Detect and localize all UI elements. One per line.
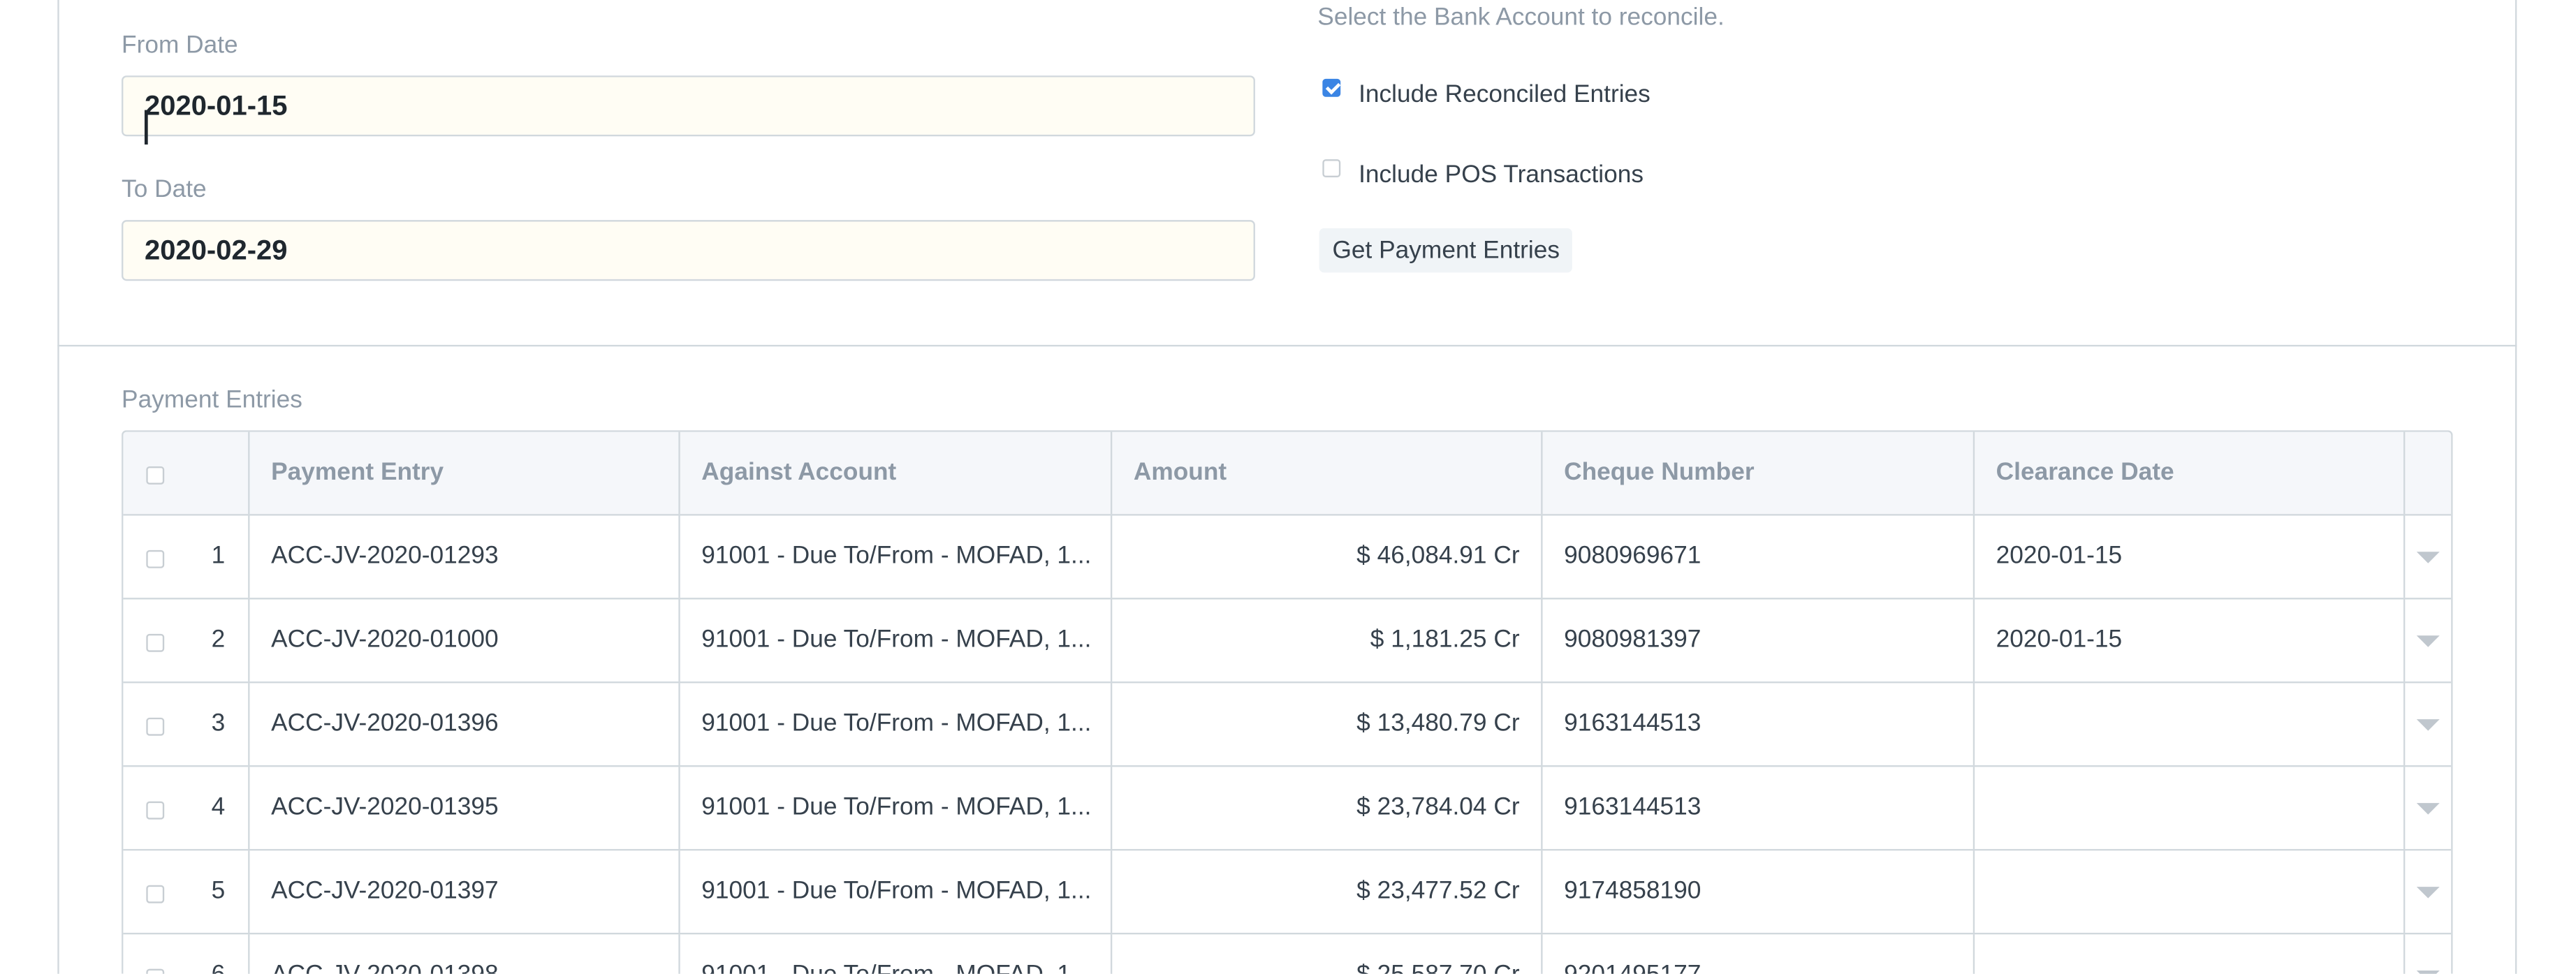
row-menu-cell[interactable] (2405, 767, 2451, 849)
clearance-date-cell[interactable]: 2020-01-15 (1975, 599, 2406, 682)
amount-cell[interactable]: $ 46,084.91 Cr (1112, 515, 1543, 598)
amount-cell[interactable]: $ 23,477.52 Cr (1112, 850, 1543, 933)
row-select-cell: 1 (123, 515, 250, 598)
payment-entry-cell[interactable]: ACC-JV-2020-01397 (250, 850, 680, 933)
payment-entry-cell[interactable]: ACC-JV-2020-01395 (250, 767, 680, 849)
column-header-cheque-number: Cheque Number (1543, 431, 1975, 515)
column-header-payment-entry: Payment Entry (250, 431, 680, 515)
payment-entries-grid: Payment Entry Against Account Amount Che… (122, 430, 2453, 974)
row-menu-cell[interactable] (2405, 516, 2451, 598)
table-row[interactable]: 4 ACC-JV-2020-01395 91001 - Due To/From … (123, 767, 2452, 851)
table-row[interactable]: 3 ACC-JV-2020-01396 91001 - Due To/From … (123, 683, 2452, 767)
row-index: 3 (211, 709, 226, 738)
clearance-date-cell[interactable]: 2020-01-15 (1975, 515, 2406, 598)
include-pos-label: Include POS Transactions (1359, 161, 1644, 189)
clearance-date-cell[interactable] (1975, 767, 2406, 849)
chevron-down-icon[interactable] (2416, 803, 2440, 815)
amount-cell[interactable]: $ 23,784.04 Cr (1112, 767, 1543, 849)
row-select-cell: 2 (123, 599, 250, 682)
form-border-right (2515, 0, 2517, 974)
section-divider (57, 344, 2517, 347)
payment-entry-cell[interactable]: ACC-JV-2020-01000 (250, 599, 680, 682)
row-checkbox[interactable] (146, 801, 165, 820)
row-select-cell: 4 (123, 767, 250, 849)
to-date-field[interactable]: 2020-02-29 (122, 220, 1255, 281)
payment-entry-cell[interactable]: ACC-JV-2020-01293 (250, 515, 680, 598)
table-row[interactable]: 2 ACC-JV-2020-01000 91001 - Due To/From … (123, 599, 2452, 684)
row-index: 6 (212, 934, 226, 974)
header-select-cell (123, 431, 250, 515)
row-menu-cell[interactable] (2405, 934, 2451, 974)
to-date-label: To Date (122, 175, 207, 204)
table-row[interactable]: 5 ACC-JV-2020-01397 91001 - Due To/From … (123, 850, 2452, 935)
text-cursor (144, 110, 148, 145)
against-account-cell[interactable]: 91001 - Due To/From - MOFAD, 1... (680, 599, 1113, 682)
payment-entries-label: Payment Entries (122, 385, 302, 414)
form-border-left (57, 0, 59, 974)
row-checkbox[interactable] (146, 717, 165, 736)
chevron-down-icon[interactable] (2416, 719, 2440, 731)
row-menu-cell[interactable] (2405, 850, 2451, 933)
row-select-cell: 5 (123, 850, 250, 933)
get-payment-entries-button[interactable]: Get Payment Entries (1319, 228, 1573, 273)
row-select-cell: 6 (123, 934, 250, 974)
amount-cell[interactable]: $ 25,587.70 Cr (1112, 934, 1543, 974)
cheque-number-cell[interactable]: 9080969671 (1543, 515, 1975, 598)
against-account-cell[interactable]: 91001 - Due To/From - MOFAD, 1... (680, 515, 1113, 598)
include-pos-checkbox[interactable] (1322, 159, 1341, 178)
chevron-down-icon[interactable] (2416, 552, 2440, 563)
against-account-cell[interactable]: 91001 - Due To/From - MOFAD, 1... (680, 683, 1113, 766)
include-pos-option[interactable]: Include POS Transactions (1322, 159, 1644, 189)
column-header-amount: Amount (1112, 431, 1543, 515)
chevron-down-icon[interactable] (2416, 887, 2440, 899)
row-index: 4 (211, 793, 226, 821)
row-checkbox[interactable] (146, 633, 165, 652)
row-checkbox[interactable] (146, 885, 165, 903)
table-row[interactable]: 1 ACC-JV-2020-01293 91001 - Due To/From … (123, 515, 2452, 600)
payment-entry-cell[interactable]: ACC-JV-2020-01398 (250, 934, 680, 974)
select-all-checkbox[interactable] (146, 466, 165, 485)
row-index: 2 (211, 626, 226, 654)
amount-cell[interactable]: $ 13,480.79 Cr (1112, 683, 1543, 766)
chevron-down-icon[interactable] (2416, 971, 2440, 974)
cheque-number-cell[interactable]: 9174858190 (1543, 850, 1975, 933)
clearance-date-cell[interactable] (1975, 683, 2406, 766)
bank-reconciliation-form: From Date 2020-01-15 To Date 2020-02-29 … (0, 0, 2576, 974)
cheque-number-cell[interactable]: 9163144513 (1543, 767, 1975, 849)
against-account-cell[interactable]: 91001 - Due To/From - MOFAD, 1... (680, 850, 1113, 933)
chevron-down-icon[interactable] (2416, 635, 2440, 647)
cheque-number-cell[interactable]: 9201495177 (1543, 934, 1975, 974)
include-reconciled-option[interactable]: Include Reconciled Entries (1322, 78, 1651, 109)
include-reconciled-checkbox[interactable] (1322, 78, 1341, 97)
row-index: 5 (211, 876, 226, 905)
against-account-cell[interactable]: 91001 - Due To/From - MOFAD, 1... (680, 934, 1113, 974)
grid-header-row: Payment Entry Against Account Amount Che… (123, 431, 2452, 516)
clearance-date-cell[interactable] (1975, 850, 2406, 933)
from-date-label: From Date (122, 31, 238, 59)
include-reconciled-label: Include Reconciled Entries (1359, 80, 1651, 109)
from-date-field[interactable]: 2020-01-15 (122, 75, 1255, 137)
payment-entry-cell[interactable]: ACC-JV-2020-01396 (250, 683, 680, 766)
row-menu-cell[interactable] (2405, 599, 2451, 681)
column-header-against-account: Against Account (680, 431, 1113, 515)
cheque-number-cell[interactable]: 9080981397 (1543, 599, 1975, 682)
cheque-number-cell[interactable]: 9163144513 (1543, 683, 1975, 766)
row-select-cell: 3 (123, 683, 250, 766)
against-account-cell[interactable]: 91001 - Due To/From - MOFAD, 1... (680, 767, 1113, 849)
amount-cell[interactable]: $ 1,181.25 Cr (1112, 599, 1543, 682)
bank-account-help-text: Select the Bank Account to reconcile. (1317, 3, 1725, 31)
row-menu-cell[interactable] (2405, 683, 2451, 765)
table-row[interactable]: 6 ACC-JV-2020-01398 91001 - Due To/From … (123, 934, 2451, 974)
clearance-date-cell[interactable] (1975, 934, 2406, 974)
column-header-actions (2405, 432, 2451, 515)
row-checkbox[interactable] (146, 549, 165, 568)
row-index: 1 (211, 542, 226, 570)
column-header-clearance-date: Clearance Date (1975, 431, 2406, 515)
